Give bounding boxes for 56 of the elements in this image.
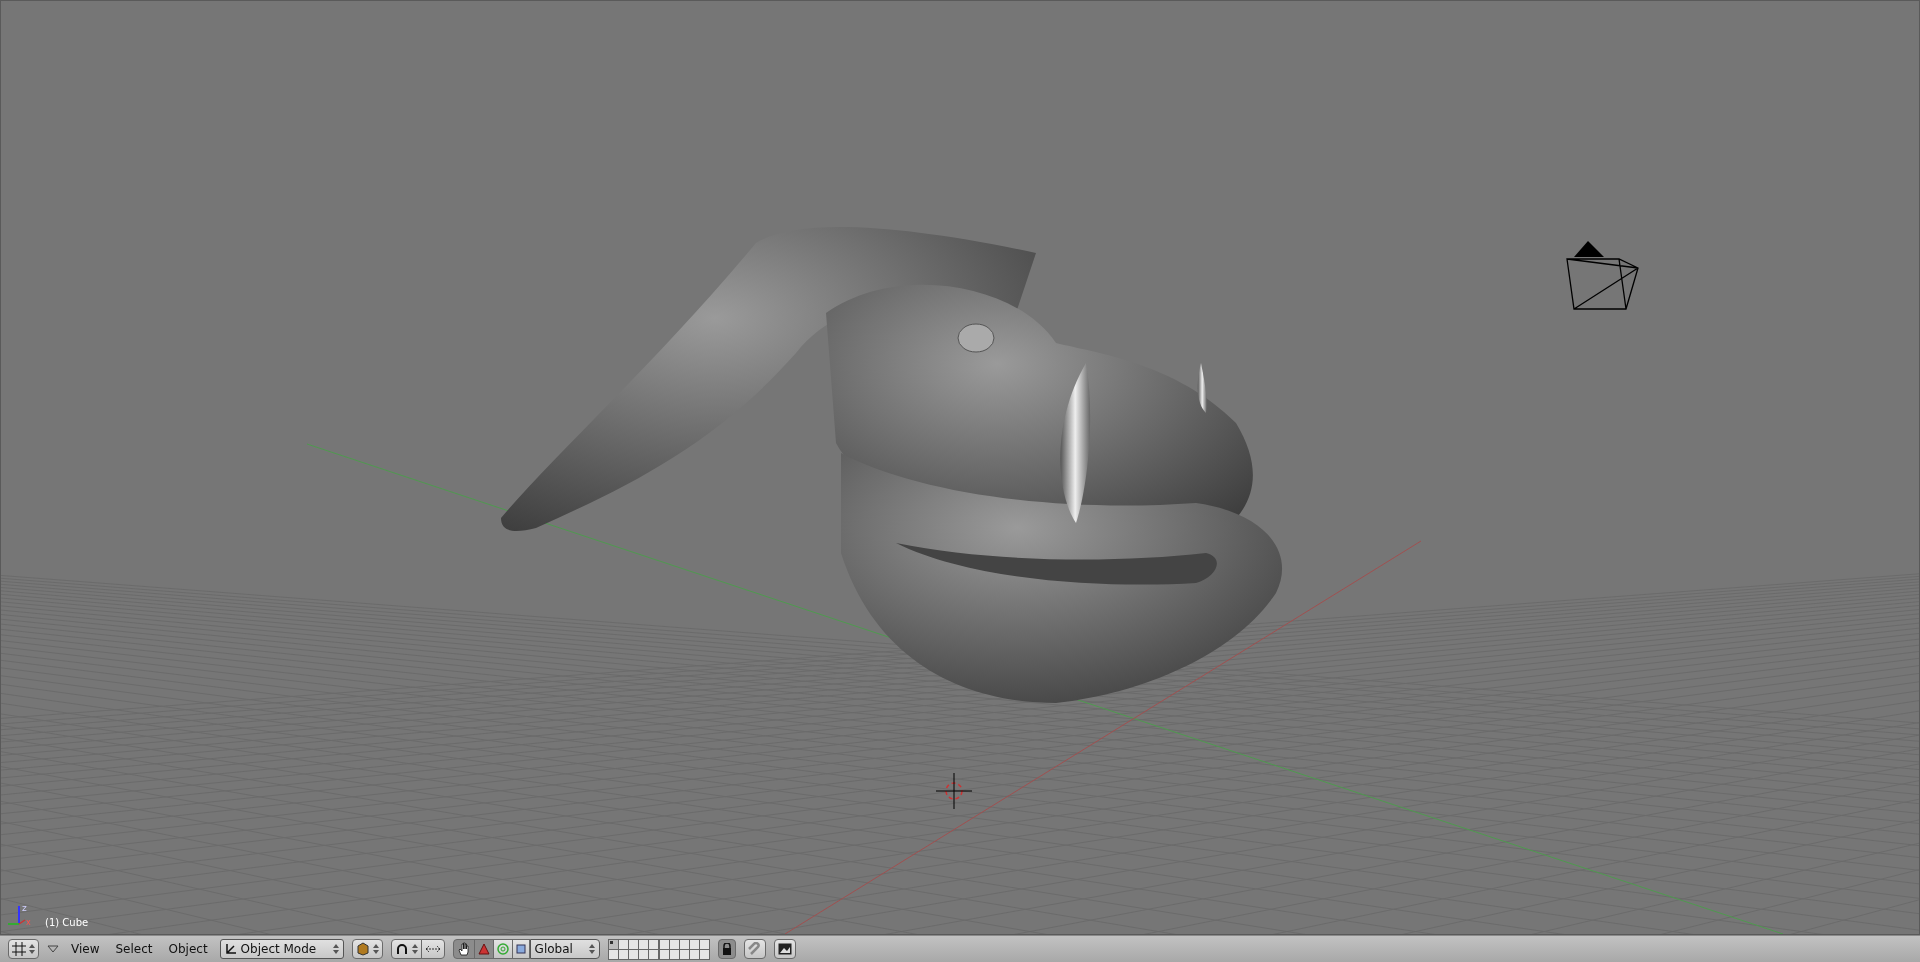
3d-cursor-icon xyxy=(934,771,974,811)
manipulator-toggle[interactable] xyxy=(492,939,513,959)
updown-arrows-icon xyxy=(29,943,35,955)
updown-arrows-icon xyxy=(411,943,418,955)
layer-toggle[interactable] xyxy=(618,949,628,959)
layer-toggle[interactable] xyxy=(669,949,679,959)
layer-toggle[interactable] xyxy=(628,949,638,959)
picture-icon xyxy=(777,943,792,955)
draw-type-button[interactable] xyxy=(351,939,383,959)
grid-icon xyxy=(12,942,26,956)
arrow-icon xyxy=(477,943,490,955)
object-mode-icon xyxy=(224,943,237,955)
updown-arrows-icon xyxy=(372,943,379,955)
orientation-dropdown[interactable]: Global xyxy=(529,939,600,959)
rotate-icon xyxy=(496,943,509,955)
layer-toggle[interactable] xyxy=(669,939,679,949)
menu-item[interactable]: Select xyxy=(111,939,157,959)
3d-viewport[interactable]: z x (1) Cube xyxy=(0,0,1920,935)
snap-target-button[interactable] xyxy=(420,939,445,959)
layer-toggle[interactable] xyxy=(638,939,648,949)
lock-icon xyxy=(721,943,732,955)
layer-toggle[interactable] xyxy=(648,939,658,949)
manipulator-toggle[interactable] xyxy=(473,939,494,959)
cube-icon xyxy=(355,942,370,956)
layer-toggle[interactable] xyxy=(608,949,618,959)
lock-button[interactable] xyxy=(717,939,736,959)
updown-arrows-icon xyxy=(332,943,339,955)
layer-toggle[interactable] xyxy=(689,939,699,949)
layer-toggle[interactable] xyxy=(659,939,669,949)
layer-toggle[interactable] xyxy=(659,949,669,959)
mode-dropdown[interactable]: Object Mode xyxy=(219,939,344,959)
layer-toggle[interactable] xyxy=(679,939,689,949)
layer-toggle[interactable] xyxy=(679,949,689,959)
layer-toggle[interactable] xyxy=(699,939,709,949)
hand-icon xyxy=(456,942,471,956)
layer-toggle[interactable] xyxy=(628,939,638,949)
layer-toggle[interactable] xyxy=(699,949,709,959)
menu-item[interactable]: Object xyxy=(164,939,212,959)
layer-toggle[interactable] xyxy=(648,949,658,959)
updown-arrows-icon xyxy=(588,943,595,955)
render-button[interactable] xyxy=(773,939,796,959)
menu-item[interactable]: View xyxy=(67,939,104,959)
layer-toggle[interactable] xyxy=(608,939,618,949)
collapse-triangle-icon[interactable] xyxy=(47,945,59,953)
layer-toggle[interactable] xyxy=(618,939,628,949)
snap-button[interactable] xyxy=(743,939,766,959)
magnet-icon xyxy=(747,942,762,956)
editor-type-button[interactable] xyxy=(8,939,39,959)
object-label: (1) Cube xyxy=(45,917,89,928)
dashed-arrows-icon xyxy=(424,944,441,954)
pivot-button[interactable] xyxy=(390,939,422,959)
scale-icon xyxy=(515,944,526,954)
manipulator-toggle[interactable] xyxy=(452,939,475,959)
pivot-icon xyxy=(394,942,409,956)
layer-toggle[interactable] xyxy=(638,949,648,959)
layer-toggle[interactable] xyxy=(689,949,699,959)
